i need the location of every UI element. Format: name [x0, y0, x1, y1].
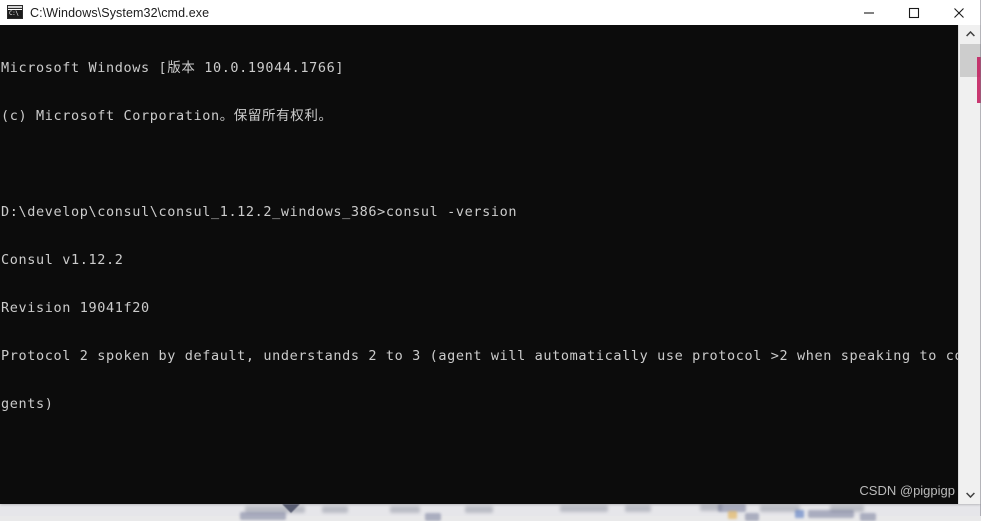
- maximize-icon: [908, 7, 919, 18]
- scroll-down-button[interactable]: [959, 486, 981, 504]
- console-line: Microsoft Windows [版本 10.0.19044.1766]: [1, 60, 345, 76]
- watermark: CSDN @pigpigp: [859, 483, 955, 498]
- console-text: Microsoft Windows [版本 10.0.19044.1766] (…: [0, 28, 981, 504]
- console-line: gents): [1, 396, 54, 412]
- close-button[interactable]: [936, 0, 981, 25]
- scroll-up-icon: [965, 31, 975, 37]
- console-line: Consul v1.12.2: [1, 252, 124, 268]
- title-bar[interactable]: C:\ C:\Windows\System32\cmd.exe: [0, 0, 981, 25]
- console-line: Revision 19041f20: [1, 300, 150, 316]
- scroll-down-icon: [965, 492, 975, 498]
- close-icon: [953, 7, 964, 18]
- cmd-console-icon: C:\: [7, 4, 23, 21]
- window-controls: [846, 0, 981, 25]
- cmd-icon-screen-text: C:\: [8, 9, 22, 18]
- console-line-command: D:\develop\consul\consul_1.12.2_windows_…: [1, 204, 518, 220]
- console-line: Protocol 2 spoken by default, understand…: [1, 348, 981, 364]
- window-title: C:\Windows\System32\cmd.exe: [30, 5, 210, 20]
- console-line: (c) Microsoft Corporation。保留所有权利。: [1, 108, 333, 124]
- cmd-console-window: C:\ C:\Windows\System32\cmd.exe Microsof…: [0, 0, 981, 504]
- console-output-area[interactable]: Microsoft Windows [版本 10.0.19044.1766] (…: [0, 25, 981, 504]
- scroll-up-button[interactable]: [959, 25, 981, 43]
- maximize-button[interactable]: [891, 0, 936, 25]
- minimize-button[interactable]: [846, 0, 891, 25]
- minimize-icon: [863, 11, 874, 14]
